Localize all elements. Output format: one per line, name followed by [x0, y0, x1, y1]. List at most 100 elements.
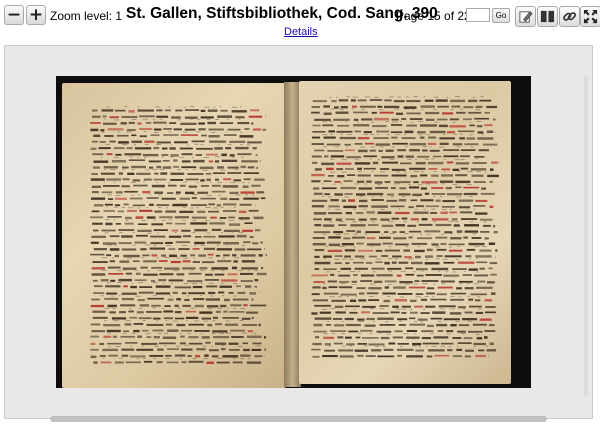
neume-mark: [341, 171, 347, 173]
script-stroke: [151, 184, 165, 188]
neume-mark: [213, 106, 216, 108]
zoom-out-button[interactable]: −: [4, 5, 24, 25]
script-stroke: [358, 187, 373, 190]
script-stroke: [348, 330, 359, 333]
two-page-view-button[interactable]: [537, 6, 558, 27]
script-stroke: [197, 210, 206, 213]
neume-mark: [458, 171, 461, 172]
neume-mark: [363, 345, 368, 347]
script-stroke: [379, 111, 394, 114]
script-stroke: [245, 285, 252, 288]
script-stroke: [137, 109, 154, 112]
script-stroke: [405, 267, 414, 270]
script-stroke: [337, 175, 345, 178]
script-stroke: [463, 186, 480, 189]
pencil-icon: [519, 11, 533, 23]
script-stroke: [153, 121, 167, 124]
script-stroke: [115, 223, 121, 225]
script-stroke: [90, 122, 101, 124]
script-stroke: [343, 205, 357, 209]
script-stroke: [364, 142, 374, 145]
neume-mark: [388, 96, 394, 98]
script-stroke: [387, 267, 402, 270]
neume-mark: [412, 345, 417, 347]
script-stroke: [486, 105, 498, 109]
script-stroke: [237, 153, 252, 156]
script-stroke: [314, 304, 331, 307]
script-stroke: [337, 124, 350, 127]
neume-mark: [220, 282, 225, 284]
script-stroke: [323, 180, 332, 182]
script-stroke: [181, 153, 193, 156]
script-stroke: [449, 312, 462, 315]
manuscript-image[interactable]: [56, 76, 531, 388]
script-stroke: [181, 229, 191, 232]
script-stroke: [185, 109, 199, 111]
script-stroke: [218, 235, 235, 238]
script-stroke: [420, 298, 428, 301]
script-stroke: [90, 335, 99, 338]
neume-mark: [210, 132, 216, 133]
script-stroke: [188, 336, 199, 339]
neume-mark: [327, 208, 330, 210]
script-stroke: [222, 355, 239, 358]
fullscreen-button[interactable]: [580, 6, 600, 27]
script-stroke: [444, 231, 453, 234]
script-stroke: [439, 142, 449, 145]
horizontal-scrollbar[interactable]: [4, 415, 593, 423]
neume-mark: [446, 97, 449, 98]
script-stroke: [100, 361, 112, 364]
details-link[interactable]: Details: [284, 26, 318, 38]
neume-mark: [202, 345, 207, 347]
zoom-in-button[interactable]: +: [26, 5, 46, 25]
script-stroke: [456, 348, 463, 351]
go-button[interactable]: Go: [492, 8, 510, 23]
script-stroke: [172, 291, 178, 294]
page-number-input[interactable]: [466, 8, 490, 22]
neume-mark: [404, 233, 409, 235]
neume-mark: [388, 258, 393, 260]
script-stroke: [428, 349, 445, 352]
link-button[interactable]: [559, 6, 580, 27]
script-stroke: [169, 122, 177, 124]
neume-mark: [241, 332, 247, 334]
neume-mark: [475, 109, 481, 111]
horizontal-scrollbar-thumb[interactable]: [50, 416, 547, 422]
script-stroke: [194, 330, 210, 332]
script-stroke: [185, 316, 199, 319]
neume-mark: [473, 283, 479, 285]
script-stroke: [421, 280, 439, 282]
script-stroke: [442, 112, 454, 115]
image-viewer[interactable]: [4, 45, 593, 419]
neume-mark: [197, 119, 201, 120]
neume-mark: [457, 233, 460, 235]
script-stroke: [158, 342, 176, 345]
script-stroke: [312, 161, 318, 164]
script-stroke: [427, 287, 435, 290]
neume-mark: [337, 271, 341, 272]
script-stroke: [394, 181, 411, 184]
edit-button[interactable]: [515, 6, 536, 27]
vertical-scrollbar[interactable]: [584, 76, 588, 396]
script-stroke: [434, 354, 450, 357]
neume-mark: [389, 233, 395, 235]
script-stroke: [122, 178, 130, 181]
script-stroke: [90, 355, 97, 359]
script-stroke: [184, 128, 196, 131]
script-stroke: [172, 203, 188, 207]
script-stroke: [219, 217, 227, 219]
neume-mark: [130, 182, 136, 183]
neume-mark: [396, 308, 402, 310]
script-stroke: [435, 99, 448, 102]
script-stroke: [206, 285, 218, 288]
script-stroke: [339, 136, 356, 140]
neume-mark: [105, 143, 110, 145]
script-stroke: [450, 99, 466, 103]
script-stroke: [223, 254, 230, 257]
script-stroke: [463, 337, 473, 340]
script-stroke: [433, 336, 449, 339]
script-stroke: [381, 156, 395, 159]
script-stroke: [181, 292, 187, 295]
neume-mark: [438, 271, 441, 272]
script-stroke: [187, 173, 204, 175]
